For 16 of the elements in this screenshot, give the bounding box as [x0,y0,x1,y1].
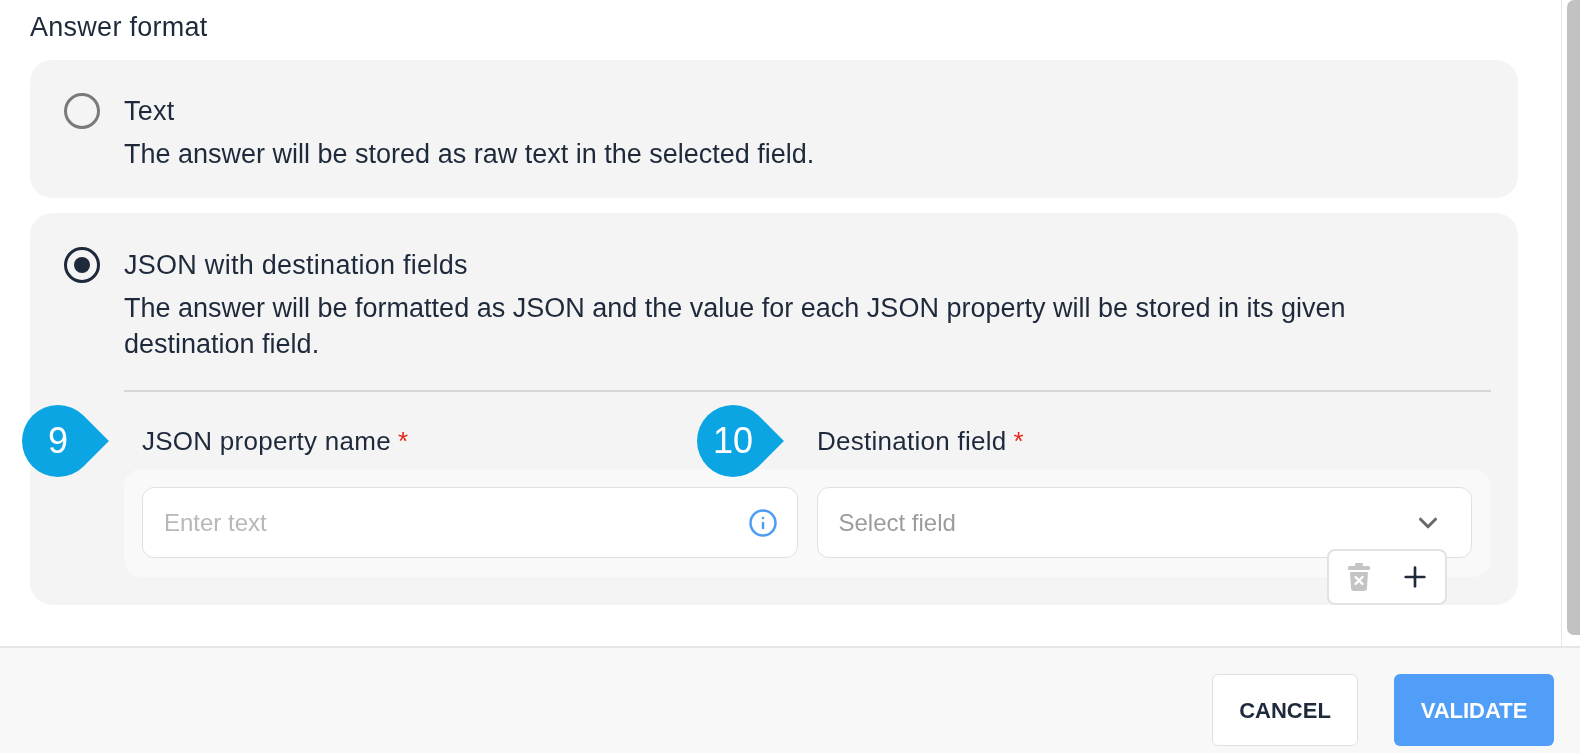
option-description: The answer will be stored as raw text in the selected field. [124,138,815,171]
trash-icon [1347,563,1370,591]
field-label: JSON property name * [142,426,409,456]
text-input[interactable]: Enter text [142,487,798,558]
validate-button[interactable]: VALIDATE [1394,674,1554,746]
select-dropdown[interactable]: Select field [816,487,1472,558]
option-title: Text [124,95,175,128]
cancel-button[interactable]: CANCEL [1212,674,1358,746]
radio-button[interactable] [64,93,100,129]
radio-button[interactable] [64,247,100,283]
section-title: Answer format [30,11,208,44]
field-label: Destination field * [817,426,1024,456]
option-title: JSON with destination fields [124,249,468,282]
option-description: The answer will be formatted as JSON and the value for each JSON property will be stored in its given destination field. [124,292,1347,361]
scrollbar-thumb[interactable] [1567,0,1580,635]
info-icon[interactable] [747,507,778,538]
